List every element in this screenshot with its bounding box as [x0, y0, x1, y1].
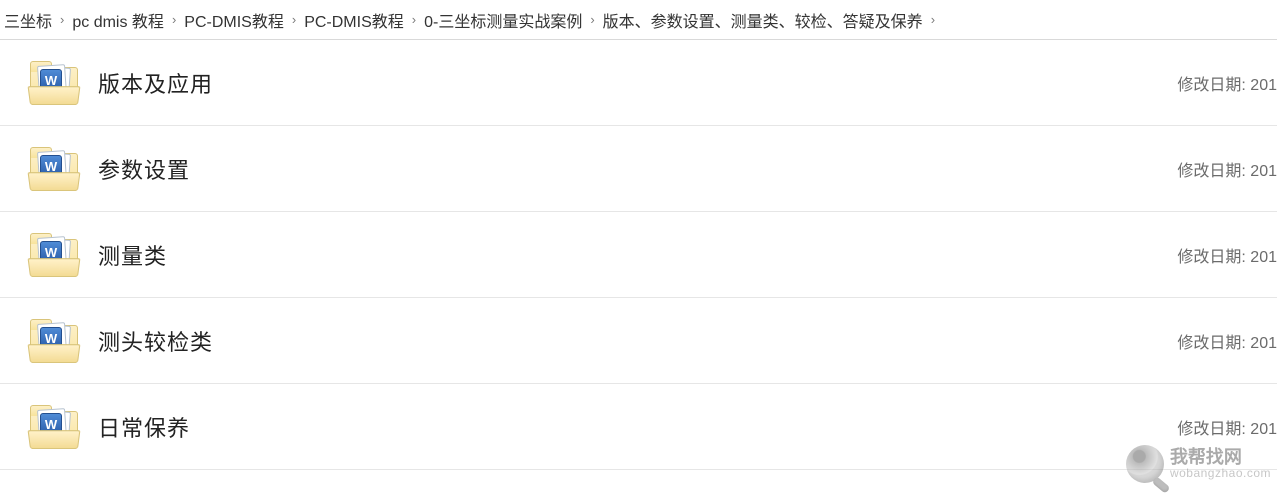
- breadcrumb-item[interactable]: 三坐标: [2, 8, 54, 32]
- item-name: 测量类: [98, 239, 1177, 271]
- item-modified: 修改日期: 201: [1177, 157, 1277, 181]
- item-name: 参数设置: [98, 153, 1177, 185]
- breadcrumb-item[interactable]: pc dmis 教程: [70, 8, 166, 32]
- item-name: 日常保养: [98, 411, 1177, 443]
- chevron-right-icon: ›: [925, 12, 941, 27]
- folder-word-icon: W: [30, 405, 78, 449]
- folder-word-icon: W: [30, 319, 78, 363]
- folder-list: W 版本及应用 修改日期: 201 W 参数设置 修改日期: 201: [0, 40, 1277, 470]
- item-name: 测头较检类: [98, 325, 1177, 357]
- list-item[interactable]: W 测头较检类 修改日期: 201: [0, 298, 1277, 384]
- chevron-right-icon: ›: [54, 12, 70, 27]
- list-item[interactable]: W 测量类 修改日期: 201: [0, 212, 1277, 298]
- folder-word-icon: W: [30, 233, 78, 277]
- chevron-right-icon: ›: [406, 12, 422, 27]
- breadcrumb-item[interactable]: 版本、参数设置、测量类、较检、答疑及保养: [601, 8, 925, 32]
- chevron-right-icon: ›: [584, 12, 600, 27]
- item-modified: 修改日期: 201: [1177, 415, 1277, 439]
- list-item[interactable]: W 版本及应用 修改日期: 201: [0, 40, 1277, 126]
- breadcrumb-item[interactable]: PC-DMIS教程: [182, 8, 286, 32]
- meta-value: 201: [1250, 163, 1277, 180]
- breadcrumb-item[interactable]: PC-DMIS教程: [302, 8, 406, 32]
- breadcrumb: 三坐标 › pc dmis 教程 › PC-DMIS教程 › PC-DMIS教程…: [0, 0, 1277, 40]
- meta-label: 修改日期:: [1177, 163, 1250, 180]
- breadcrumb-item[interactable]: 0-三坐标测量实战案例: [422, 8, 584, 32]
- folder-word-icon: W: [30, 147, 78, 191]
- meta-label: 修改日期:: [1177, 77, 1250, 94]
- meta-value: 201: [1250, 249, 1277, 266]
- item-modified: 修改日期: 201: [1177, 243, 1277, 267]
- meta-label: 修改日期:: [1177, 421, 1250, 438]
- meta-label: 修改日期:: [1177, 335, 1250, 352]
- meta-value: 201: [1250, 77, 1277, 94]
- chevron-right-icon: ›: [286, 12, 302, 27]
- item-modified: 修改日期: 201: [1177, 329, 1277, 353]
- meta-label: 修改日期:: [1177, 249, 1250, 266]
- list-item[interactable]: W 参数设置 修改日期: 201: [0, 126, 1277, 212]
- list-item[interactable]: W 日常保养 修改日期: 201: [0, 384, 1277, 470]
- meta-value: 201: [1250, 335, 1277, 352]
- item-name: 版本及应用: [98, 67, 1177, 99]
- chevron-right-icon: ›: [166, 12, 182, 27]
- folder-word-icon: W: [30, 61, 78, 105]
- meta-value: 201: [1250, 421, 1277, 438]
- item-modified: 修改日期: 201: [1177, 71, 1277, 95]
